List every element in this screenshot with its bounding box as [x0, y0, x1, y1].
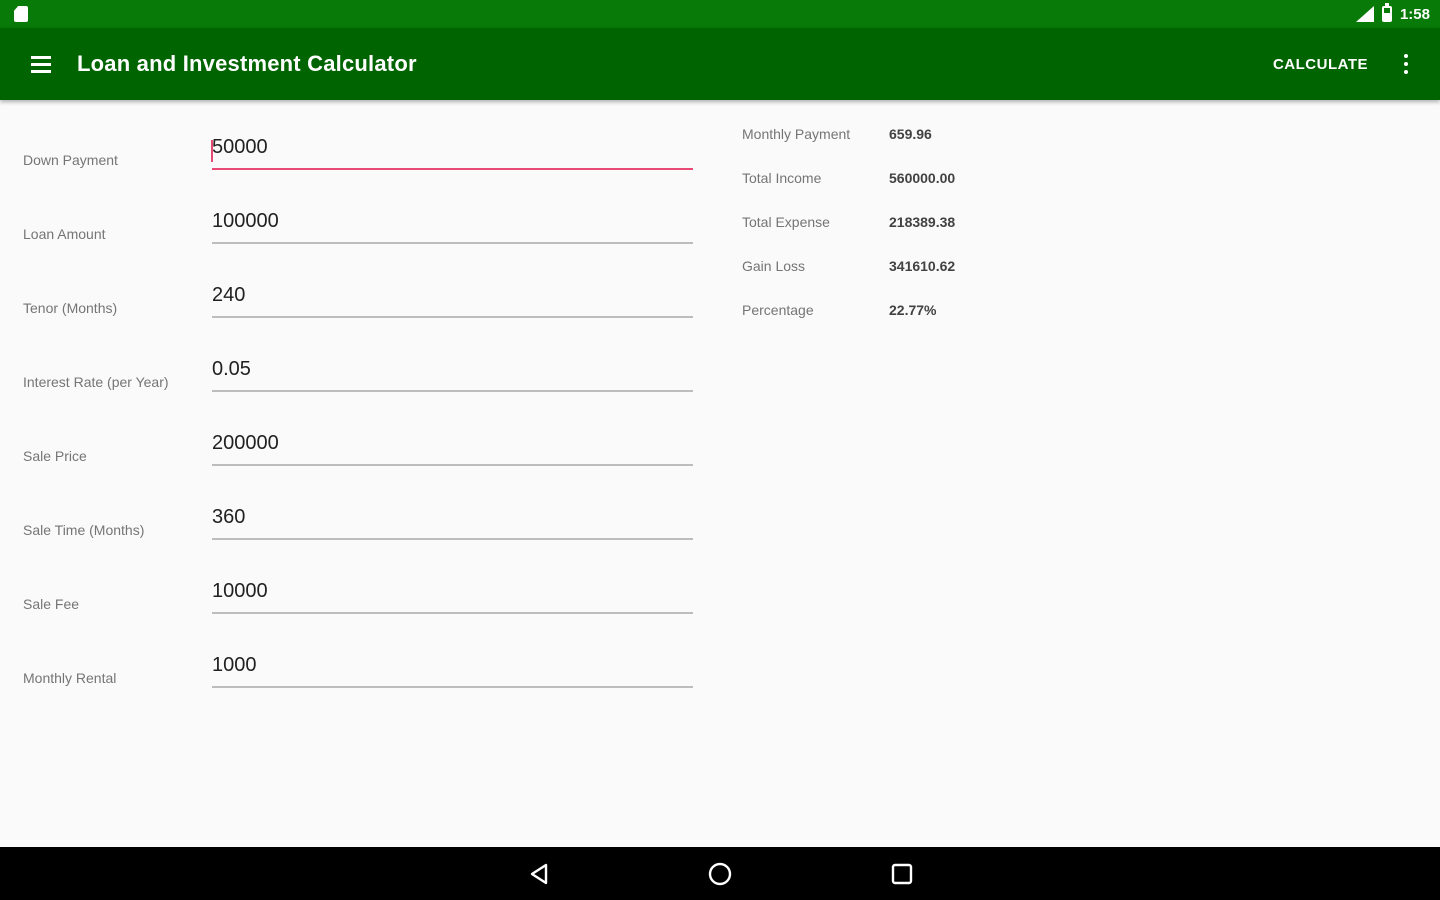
result-row-gain-loss: Gain Loss 341610.62	[742, 244, 1142, 288]
result-row-total-income: Total Income 560000.00	[742, 156, 1142, 200]
form-row-monthly-rental: Monthly Rental	[0, 648, 710, 722]
percentage-value: 22.77%	[889, 302, 937, 318]
form-row-interest-rate: Interest Rate (per Year)	[0, 352, 710, 426]
back-icon[interactable]	[525, 860, 553, 888]
sale-time-input[interactable]	[212, 502, 693, 540]
sale-fee-input[interactable]	[212, 576, 693, 614]
app-title: Loan and Investment Calculator	[77, 51, 417, 76]
form-row-sale-fee: Sale Fee	[0, 574, 710, 648]
results-panel: Monthly Payment 659.96 Total Income 5600…	[742, 112, 1142, 332]
sale-time-label: Sale Time (Months)	[23, 522, 145, 538]
app-bar: Loan and Investment Calculator CALCULATE	[0, 28, 1440, 100]
result-row-total-expense: Total Expense 218389.38	[742, 200, 1142, 244]
tenor-input[interactable]	[212, 280, 693, 318]
monthly-payment-label: Monthly Payment	[742, 126, 851, 142]
monthly-payment-value: 659.96	[889, 126, 932, 142]
down-payment-input[interactable]	[212, 132, 693, 170]
status-time: 1:58	[1399, 5, 1430, 23]
sd-card-icon	[14, 6, 28, 22]
form-row-sale-price: Sale Price	[0, 426, 710, 500]
gain-loss-label: Gain Loss	[742, 258, 806, 274]
sale-price-label: Sale Price	[23, 448, 87, 464]
gain-loss-value: 341610.62	[889, 258, 956, 274]
form-row-down-payment: Down Payment	[0, 130, 710, 204]
form-row-tenor: Tenor (Months)	[0, 278, 710, 352]
total-income-value: 560000.00	[889, 170, 956, 186]
status-bar: 1:58	[0, 0, 1440, 28]
down-payment-label: Down Payment	[23, 152, 118, 168]
form-row-sale-time: Sale Time (Months)	[0, 500, 710, 574]
recents-icon[interactable]	[888, 860, 916, 888]
total-expense-label: Total Expense	[742, 214, 830, 230]
menu-icon[interactable]	[13, 36, 69, 92]
result-row-percentage: Percentage 22.77%	[742, 288, 1142, 332]
battery-icon	[1381, 3, 1392, 22]
result-row-monthly-payment: Monthly Payment 659.96	[742, 112, 1142, 156]
form-row-loan-amount: Loan Amount	[0, 204, 710, 278]
total-expense-value: 218389.38	[889, 214, 956, 230]
percentage-label: Percentage	[742, 302, 814, 318]
monthly-rental-input[interactable]	[212, 650, 693, 688]
loan-amount-label: Loan Amount	[23, 226, 106, 242]
calculate-button[interactable]: CALCULATE	[1265, 46, 1376, 83]
sale-price-input[interactable]	[212, 428, 693, 466]
loan-amount-input[interactable]	[212, 206, 693, 244]
tenor-label: Tenor (Months)	[23, 300, 118, 316]
interest-rate-label: Interest Rate (per Year)	[23, 374, 169, 390]
navigation-bar	[0, 847, 1440, 900]
overflow-menu-icon[interactable]	[1388, 40, 1424, 88]
monthly-rental-label: Monthly Rental	[23, 670, 117, 686]
sale-fee-label: Sale Fee	[23, 596, 80, 612]
signal-icon	[1355, 6, 1374, 22]
interest-rate-input[interactable]	[212, 354, 693, 392]
text-cursor	[211, 140, 213, 162]
total-income-label: Total Income	[742, 170, 822, 186]
home-icon[interactable]	[706, 860, 734, 888]
